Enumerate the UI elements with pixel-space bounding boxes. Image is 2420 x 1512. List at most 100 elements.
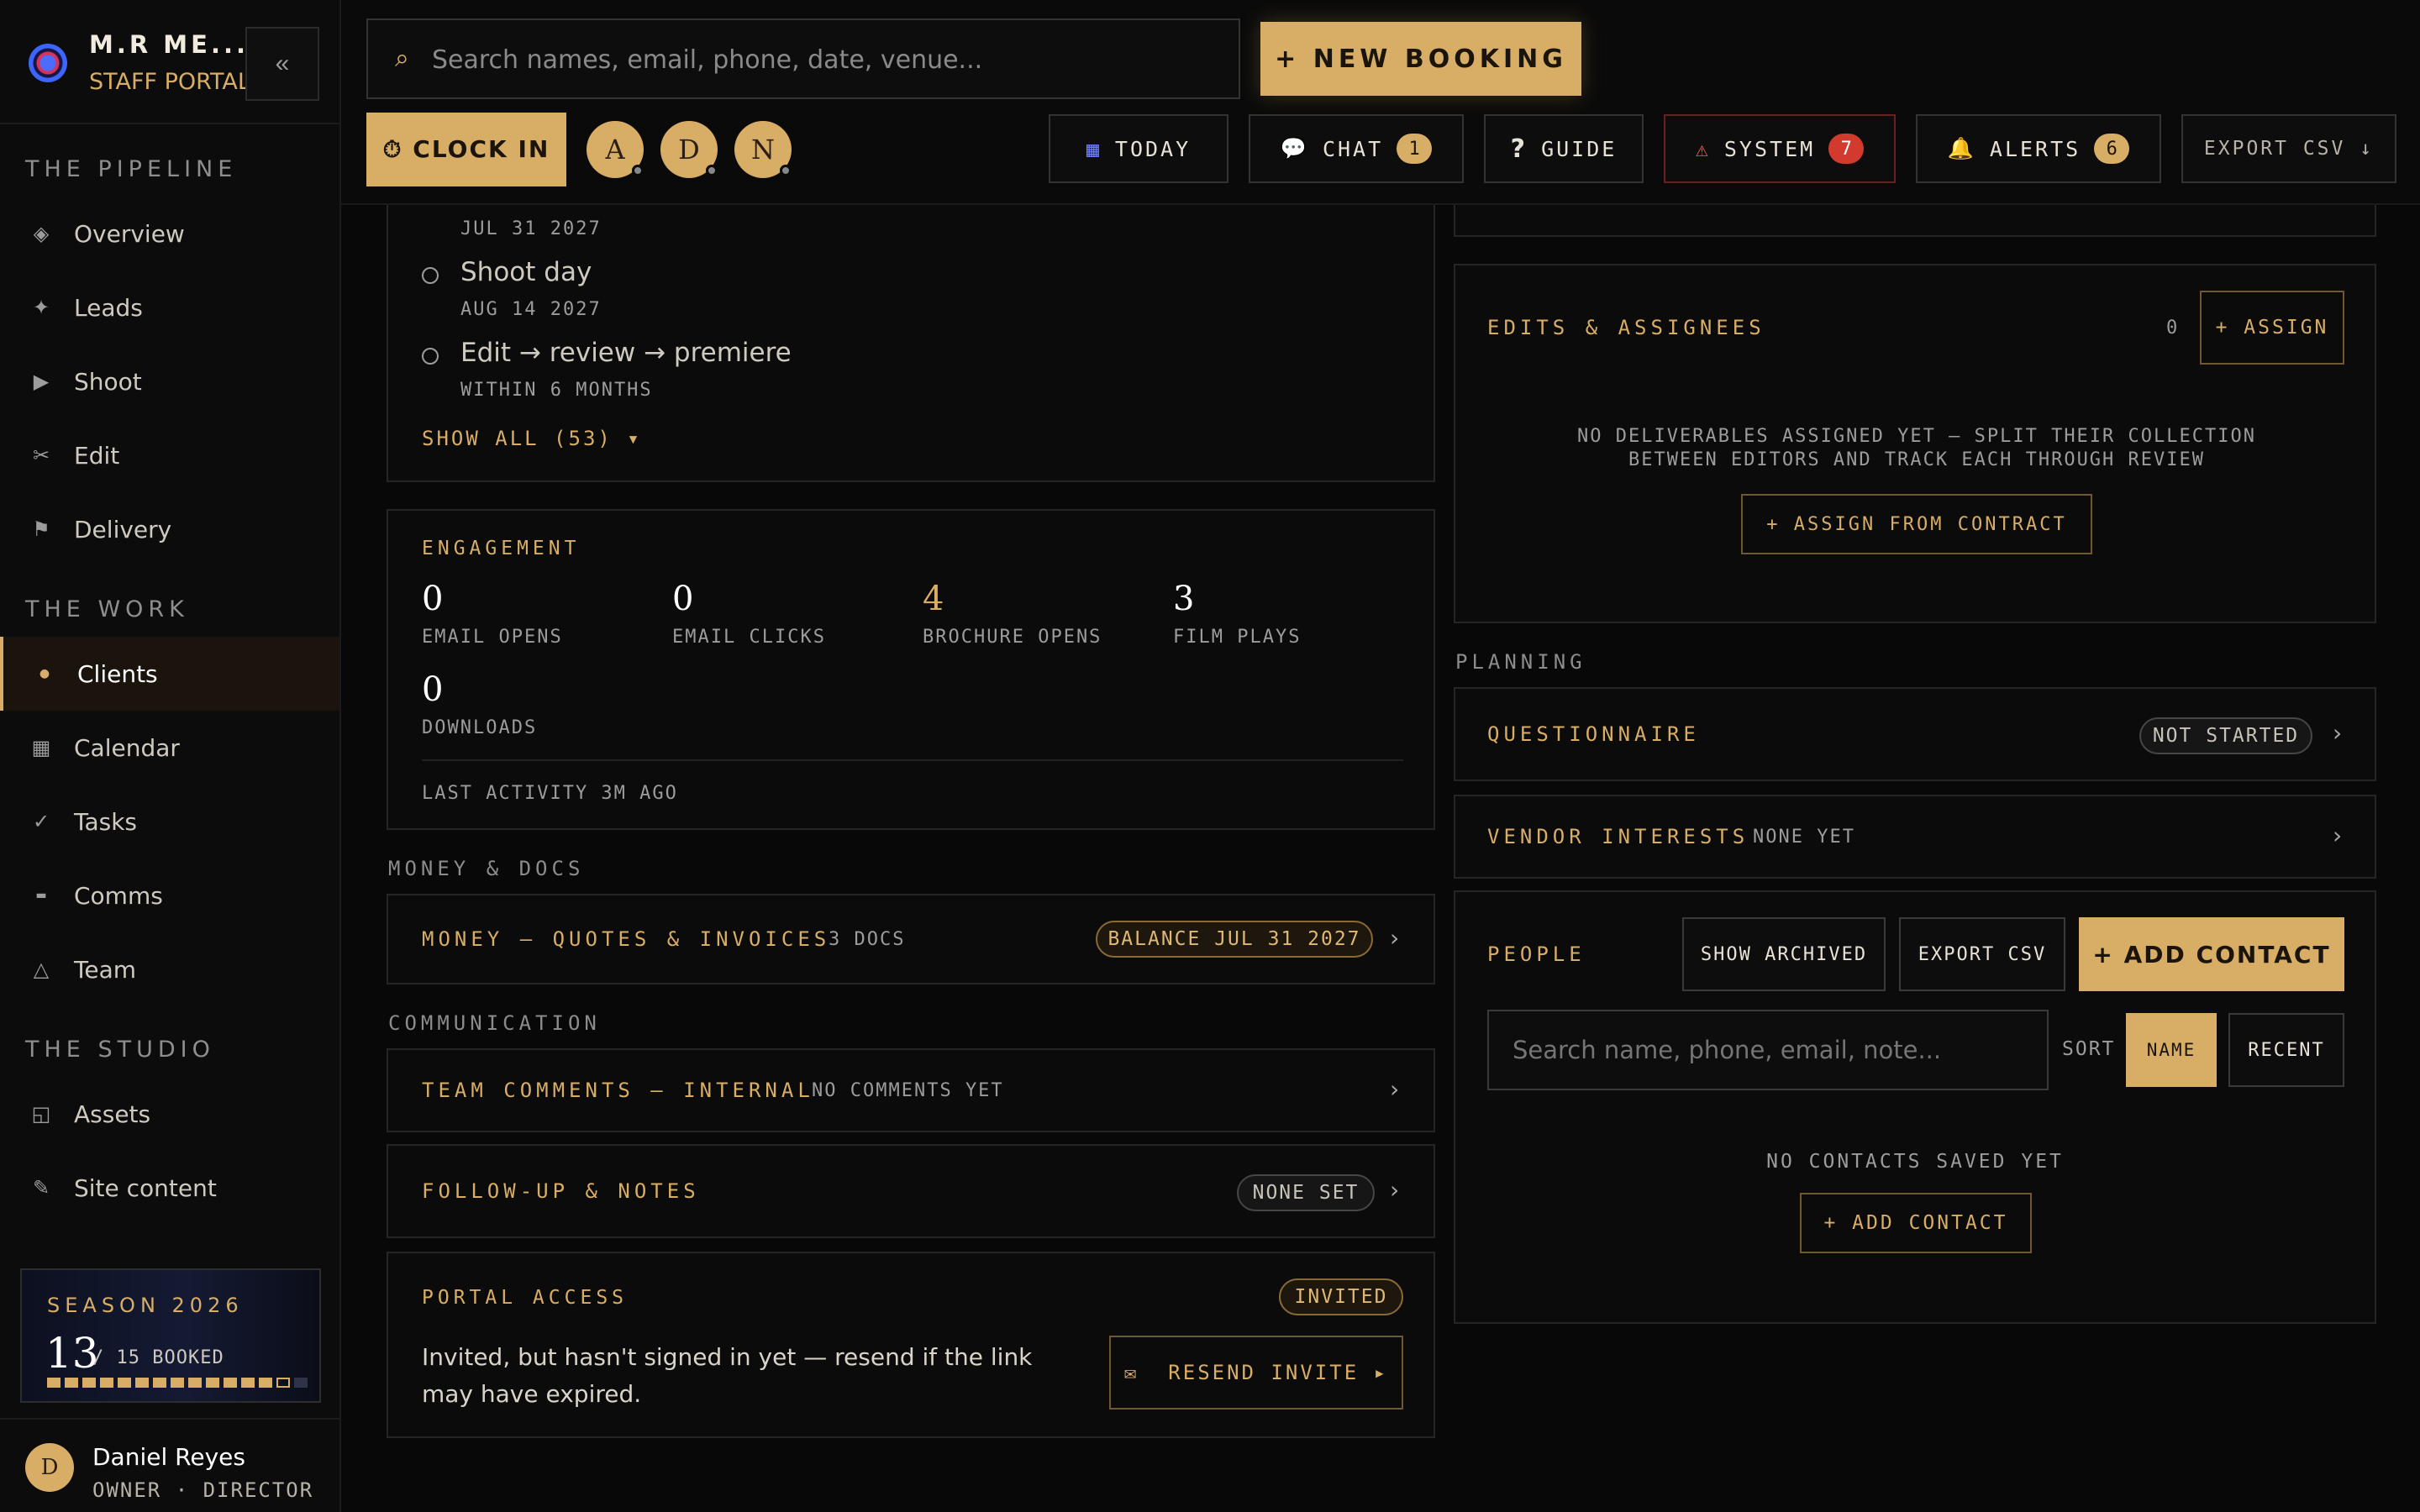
add-contact-small-button[interactable]: + ADD CONTACT (1800, 1193, 2032, 1253)
export-csv-button[interactable]: EXPORT CSV ↓ (2181, 114, 2396, 183)
calendar-icon: ▦ (1086, 136, 1102, 161)
sort-recent-button[interactable]: RECENT (2228, 1013, 2344, 1087)
questionnaire-row[interactable]: QUESTIONNAIRE NOT STARTED › (1454, 687, 2376, 781)
portal-access-card: PORTAL ACCESS INVITED Invited, but hasn'… (387, 1252, 1435, 1438)
sidebar-item-site-content[interactable]: ✎ Site content (0, 1151, 339, 1225)
dash-icon: ▬ (35, 889, 47, 902)
chat-button[interactable]: 💬 CHAT 1 (1249, 114, 1464, 183)
status-dot-icon (632, 165, 644, 176)
sidebar-item-label: Clients (77, 659, 158, 688)
guide-label: GUIDE (1541, 136, 1618, 161)
assign-from-contract-button[interactable]: + ASSIGN FROM CONTRACT (1741, 494, 2092, 554)
last-activity: LAST ACTIVITY 3M AGO (422, 783, 678, 804)
stat-downloads-label: DOWNLOADS (422, 717, 538, 738)
sidebar-item-team[interactable]: △ Team (0, 932, 339, 1006)
new-booking-button[interactable]: + NEW BOOKING (1260, 22, 1581, 96)
stat-email-clicks-label: EMAIL CLICKS (672, 627, 826, 648)
collapse-sidebar-button[interactable]: « (245, 27, 319, 101)
system-count-badge: 7 (1828, 134, 1865, 164)
sidebar-item-delivery[interactable]: ⚑ Delivery (0, 492, 339, 566)
current-user[interactable]: D Daniel Reyes OWNER · DIRECTOR (0, 1418, 339, 1512)
resend-invite-button[interactable]: ✉ RESEND INVITE ▸ (1109, 1336, 1403, 1410)
sidebar-item-label: Leads (74, 293, 143, 322)
chevron-right-icon: › (1390, 1176, 1400, 1204)
presence-initial: A (605, 134, 625, 165)
clock-in-label: CLOCK IN (413, 135, 550, 163)
sidebar-item-clients[interactable]: ● Clients (0, 637, 339, 711)
season-booked-count: 13 (45, 1329, 99, 1378)
milestone-date: JUL 31 2027 (460, 218, 602, 239)
show-archived-button[interactable]: SHOW ARCHIVED (1682, 917, 1886, 991)
alerts-button[interactable]: 🔔 ALERTS 6 (1916, 114, 2161, 183)
sidebar-item-tasks[interactable]: ✓ Tasks (0, 785, 339, 858)
milestone-title: Edit → review → premiere (460, 338, 792, 368)
presence-avatar-n[interactable]: N (734, 121, 792, 178)
follow-up-notes-row[interactable]: FOLLOW-UP & NOTES NONE SET › (387, 1144, 1435, 1238)
show-all-milestones-link[interactable]: SHOW ALL (53) ▾ (422, 427, 642, 450)
season-progress-segment (276, 1378, 290, 1388)
people-search-input[interactable] (1487, 1010, 2049, 1090)
sidebar-item-calendar[interactable]: ▦ Calendar (0, 711, 339, 785)
sidebar-item-leads[interactable]: ✦ Leads (0, 270, 339, 344)
money-quotes-invoices-row[interactable]: MONEY — QUOTES & INVOICES 3 DOCS BALANCE… (387, 894, 1435, 984)
sidebar-item-comms[interactable]: ▬ Comms (0, 858, 339, 932)
season-progress-segment (188, 1378, 202, 1388)
search-icon: ⌕ (395, 44, 409, 73)
presence-avatar-d[interactable]: D (660, 121, 718, 178)
season-progress-bar (47, 1378, 308, 1388)
section-money-docs: MONEY & DOCS (388, 857, 585, 880)
vendor-interests-row[interactable]: VENDOR INTERESTS NONE YET › (1454, 795, 2376, 879)
clock-in-button[interactable]: ⏱ CLOCK IN (366, 113, 566, 186)
system-label: SYSTEM (1723, 136, 1816, 161)
engagement-card: ENGAGEMENT 0 EMAIL OPENS 0 EMAIL CLICKS … (387, 509, 1435, 830)
season-progress-segment (153, 1378, 166, 1388)
brand-name: M.R ME... (89, 30, 250, 59)
team-comments-row[interactable]: TEAM COMMENTS — INTERNAL NO COMMENTS YET… (387, 1048, 1435, 1132)
milestones-card: JUL 31 2027 Shoot day AUG 14 2027 Edit →… (387, 168, 1435, 482)
chevron-right-icon: › (2333, 822, 2343, 849)
sidebar-item-edit[interactable]: ✂ Edit (0, 418, 339, 492)
people-empty-message: NO CONTACTS SAVED YET (1766, 1151, 2064, 1173)
milestone-open-circle-icon[interactable] (422, 348, 439, 365)
season-progress-segment (171, 1378, 184, 1388)
balance-badge: BALANCE JUL 31 2027 (1096, 921, 1373, 958)
calendar-grid-icon: ▦ (31, 736, 51, 759)
edits-assignees-card: EDITS & ASSIGNEES 0 + ASSIGN NO DELIVERA… (1454, 264, 2376, 623)
money-doc-count: 3 DOCS (829, 929, 906, 950)
guide-button[interactable]: ? GUIDE (1484, 114, 1644, 183)
season-progress-segment (100, 1378, 113, 1388)
stat-brochure-opens-value: 4 (923, 580, 944, 618)
season-progress-segment (224, 1378, 237, 1388)
people-title: PEOPLE (1487, 942, 1586, 966)
search-input[interactable] (432, 39, 1222, 81)
system-button[interactable]: ⚠ SYSTEM 7 (1664, 114, 1896, 183)
sidebar-item-label: Shoot (74, 367, 142, 396)
export-csv-people-button[interactable]: EXPORT CSV (1899, 917, 2065, 991)
assign-button[interactable]: + ASSIGN (2200, 291, 2344, 365)
stat-email-opens-value: 0 (422, 580, 444, 618)
sidebar-item-assets[interactable]: ◱ Assets (0, 1077, 339, 1151)
season-total: / 15 BOOKED (92, 1347, 224, 1368)
sort-label: SORT (2062, 1038, 2116, 1060)
chat-count-badge: 1 (1397, 134, 1433, 164)
season-progress-segment (294, 1378, 308, 1388)
milestone-open-circle-icon[interactable] (422, 267, 439, 284)
follow-up-title: FOLLOW-UP & NOTES (422, 1179, 700, 1203)
sidebar-item-label: Delivery (74, 515, 172, 543)
sidebar-item-label: Edit (74, 441, 120, 470)
add-contact-button[interactable]: + ADD CONTACT (2079, 917, 2344, 991)
sidebar-item-overview[interactable]: ◈ Overview (0, 197, 339, 270)
sort-name-button[interactable]: NAME (2126, 1013, 2217, 1087)
global-search[interactable]: ⌕ (366, 18, 1240, 99)
presence-avatar-a[interactable]: A (587, 121, 644, 178)
season-progress-segment (118, 1378, 131, 1388)
season-progress-segment (259, 1378, 272, 1388)
season-progress-segment (241, 1378, 255, 1388)
edits-empty-message: NO DELIVERABLES ASSIGNED YET — SPLIT THE… (1577, 426, 2256, 470)
today-button[interactable]: ▦ TODAY (1049, 114, 1228, 183)
season-progress-card[interactable]: SEASON 2026 13 / 15 BOOKED (20, 1268, 321, 1403)
sidebar-item-shoot[interactable]: ▶ Shoot (0, 344, 339, 418)
edits-count: 0 (2166, 318, 2180, 339)
sidebar-item-label: Calendar (74, 733, 180, 762)
stat-downloads-value: 0 (422, 670, 444, 709)
